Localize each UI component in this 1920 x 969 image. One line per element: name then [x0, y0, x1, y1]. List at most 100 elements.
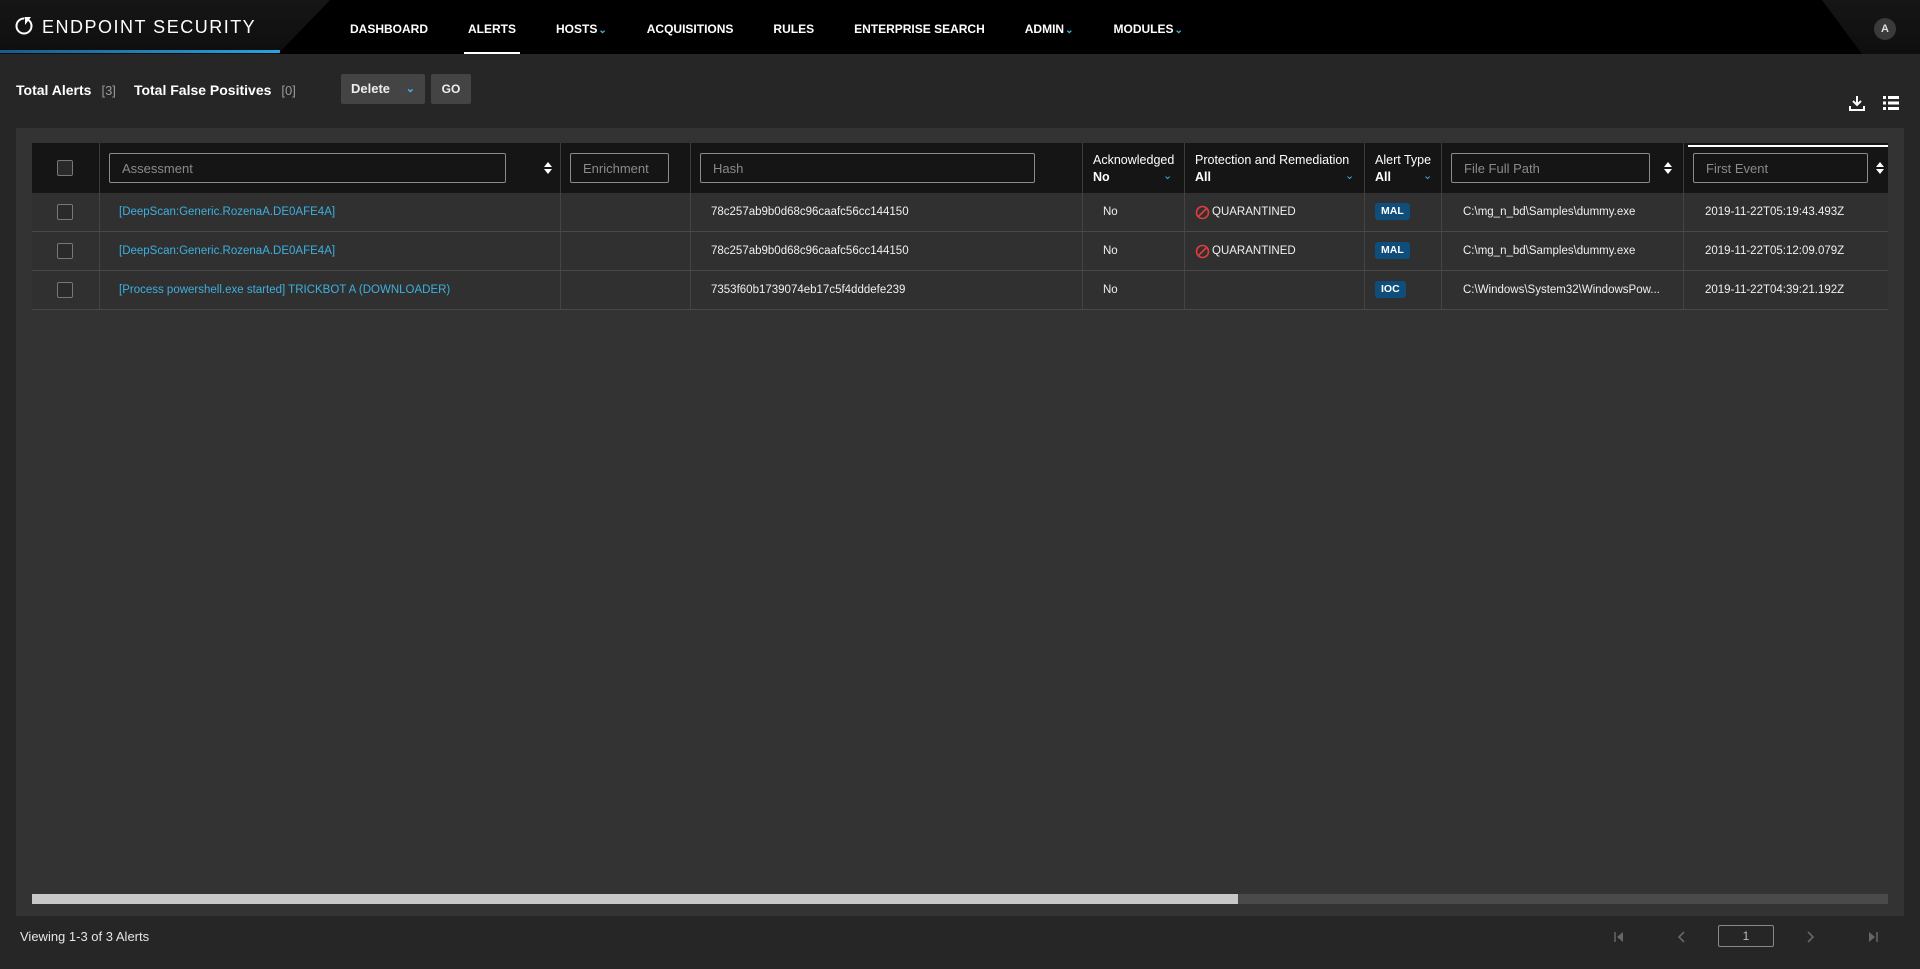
hash-cell: 7353f60b1739074eb17c5f4dddefe239 — [691, 271, 1083, 309]
chevron-down-icon: ⌄ — [1163, 170, 1173, 182]
nav-dashboard[interactable]: DASHBOARD — [350, 0, 428, 54]
total-alerts-count: [3] — [101, 82, 116, 98]
row-checkbox[interactable] — [57, 282, 73, 298]
nav-acquisitions[interactable]: ACQUISITIONS — [647, 0, 734, 54]
nav-modules[interactable]: MODULES⌄ — [1113, 0, 1182, 54]
nav-admin[interactable]: ADMIN⌄ — [1025, 0, 1074, 54]
protection-title: Protection and Remediation — [1195, 153, 1350, 167]
nav-alerts[interactable]: ALERTS — [464, 0, 520, 54]
protection-cell: QUARANTINED — [1185, 232, 1365, 270]
first-event-cell: 2019-11-22T05:12:09.079Z — [1705, 245, 1845, 257]
brand-underline — [0, 50, 280, 53]
alert-type-cell: MAL — [1365, 193, 1442, 231]
table-row[interactable]: [DeepScan:Generic.RozenaA.DE0AFE4A] 78c2… — [32, 193, 1888, 232]
false-positives-label: Total False Positives — [133, 82, 272, 98]
header-hash — [691, 143, 1083, 193]
row-select-cell — [32, 193, 100, 231]
row-select-cell — [32, 232, 100, 270]
enrichment-filter-input[interactable] — [570, 153, 669, 183]
alert-type-title: Alert Type — [1375, 153, 1432, 167]
header-assessment — [100, 143, 561, 193]
previous-page-icon[interactable] — [1675, 930, 1689, 944]
horizontal-scroll-thumb[interactable] — [32, 894, 1238, 904]
user-avatar[interactable]: A — [1874, 18, 1896, 40]
nav-enterprise-search[interactable]: ENTERPRISE SEARCH — [854, 0, 985, 54]
acknowledged-title: Acknowledged — [1093, 153, 1175, 167]
chevron-down-icon: ⌄ — [405, 83, 415, 95]
first-event-cell: 2019-11-22T05:19:43.493Z — [1705, 206, 1845, 218]
enrichment-cell — [561, 232, 691, 270]
nav-rules[interactable]: RULES — [773, 0, 814, 54]
file-path-cell: C:\mg_n_bd\Samples\dummy.exe — [1442, 193, 1684, 231]
protection-cell — [1185, 271, 1365, 309]
acknowledged-cell: No — [1083, 193, 1185, 231]
table-row[interactable]: [Process powershell.exe started] TRICKBO… — [32, 271, 1888, 310]
assessment-link[interactable]: [Process powershell.exe started] TRICKBO… — [119, 284, 450, 296]
bulk-action-select[interactable]: Delete ⌄ — [341, 74, 425, 104]
chevron-down-icon: ⌄ — [1174, 25, 1183, 36]
acknowledged-filter-value: No — [1093, 170, 1110, 184]
alert-summary: Total Alerts [3] Total False Positives [… — [16, 80, 314, 100]
viewing-count: Viewing 1-3 of 3 Alerts — [20, 929, 150, 944]
header-alert-type[interactable]: Alert Type All ⌄ — [1365, 143, 1442, 193]
assessment-cell: [Process powershell.exe started] TRICKBO… — [100, 271, 561, 309]
protection-status: QUARANTINED — [1212, 245, 1296, 257]
horizontal-scrollbar[interactable] — [32, 894, 1888, 904]
header-enrichment — [561, 143, 691, 193]
download-icon[interactable] — [1848, 94, 1866, 112]
protection-cell: QUARANTINED — [1185, 193, 1365, 231]
sort-icon[interactable] — [543, 160, 553, 176]
hash-cell: 78c257ab9b0d68c96caafc56cc144150 — [691, 193, 1083, 231]
top-navbar: ENDPOINT SECURITY DASHBOARD ALERTS HOSTS… — [0, 0, 1920, 54]
grid-header: Acknowledged No ⌄ Protection and Remedia… — [32, 143, 1888, 193]
alert-type-cell: MAL — [1365, 232, 1442, 270]
active-column-indicator — [1688, 145, 1888, 147]
chevron-down-icon: ⌄ — [598, 25, 607, 36]
brand-logo-icon — [15, 17, 33, 35]
header-file-path — [1442, 143, 1684, 193]
chevron-down-icon: ⌄ — [1423, 170, 1433, 182]
file-path-filter-input[interactable] — [1451, 153, 1650, 183]
first-page-icon[interactable] — [1612, 930, 1626, 944]
file-path-cell: C:\Windows\System32\WindowsPow... — [1442, 271, 1684, 309]
header-select-cell — [32, 143, 100, 193]
enrichment-cell — [561, 193, 691, 231]
row-select-cell — [32, 271, 100, 309]
total-alerts-label: Total Alerts — [16, 82, 92, 98]
enrichment-cell — [561, 271, 691, 309]
row-checkbox[interactable] — [57, 243, 73, 259]
assessment-filter-input[interactable] — [109, 153, 506, 183]
brand-name[interactable]: ENDPOINT SECURITY — [42, 16, 256, 38]
user-area — [1822, 0, 1920, 54]
first-event-cell: 2019-11-22T04:39:21.192Z — [1705, 284, 1845, 296]
hash-filter-input[interactable] — [700, 153, 1035, 183]
select-all-checkbox[interactable] — [57, 160, 73, 176]
header-first-event — [1684, 143, 1888, 193]
last-page-icon[interactable] — [1866, 930, 1880, 944]
acknowledged-cell: No — [1083, 232, 1185, 270]
protection-status: QUARANTINED — [1212, 206, 1296, 218]
alerts-grid: [DeepScan:Generic.RozenaA.DE0AFE4A] 78c2… — [32, 193, 1888, 310]
nav-hosts[interactable]: HOSTS⌄ — [556, 0, 607, 54]
quarantine-icon — [1195, 205, 1210, 219]
assessment-link[interactable]: [DeepScan:Generic.RozenaA.DE0AFE4A] — [119, 206, 335, 218]
table-row[interactable]: [DeepScan:Generic.RozenaA.DE0AFE4A] 78c2… — [32, 232, 1888, 271]
alert-type-badge: MAL — [1375, 203, 1410, 221]
chevron-down-icon: ⌄ — [1065, 25, 1074, 36]
sort-icon[interactable] — [1875, 160, 1885, 176]
quarantine-icon — [1195, 244, 1210, 258]
first-event-filter-input[interactable] — [1693, 153, 1868, 183]
header-acknowledged[interactable]: Acknowledged No ⌄ — [1083, 143, 1185, 193]
go-button[interactable]: GO — [431, 74, 471, 104]
header-protection[interactable]: Protection and Remediation All ⌄ — [1185, 143, 1365, 193]
protection-filter-value: All — [1195, 170, 1211, 184]
file-path-cell: C:\mg_n_bd\Samples\dummy.exe — [1442, 232, 1684, 270]
next-page-icon[interactable] — [1803, 930, 1817, 944]
column-list-icon[interactable] — [1882, 94, 1900, 112]
alert-type-cell: IOC — [1365, 271, 1442, 309]
alert-type-badge: MAL — [1375, 242, 1410, 260]
sort-icon[interactable] — [1663, 160, 1673, 176]
assessment-link[interactable]: [DeepScan:Generic.RozenaA.DE0AFE4A] — [119, 245, 335, 257]
row-checkbox[interactable] — [57, 204, 73, 220]
page-number-input[interactable] — [1718, 925, 1774, 947]
